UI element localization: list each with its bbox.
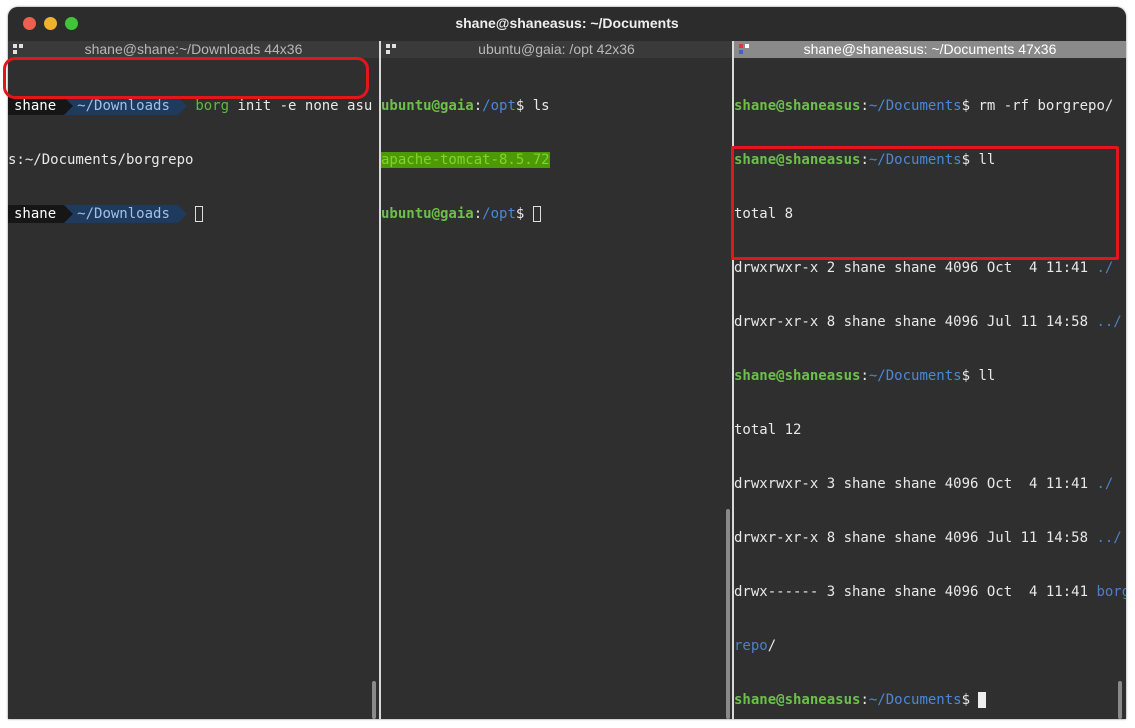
listing-row: drwxr-xr-x 8 shane shane 4096 Jul 11 14:…: [734, 314, 1097, 330]
prompt-separator: :: [860, 692, 869, 708]
command-name: borg: [195, 98, 230, 114]
terminal-line: drwx------ 3 shane shane 4096 Oct 4 11:4…: [734, 583, 1126, 601]
terminal-line: drwxrwxr-x 3 shane shane 4096 Oct 4 11:4…: [734, 475, 1126, 493]
scrollbar[interactable]: [372, 681, 376, 719]
prompt-path: ~/Documents: [868, 692, 962, 708]
listing-name: ./: [1096, 476, 1114, 492]
terminal-output[interactable]: ubuntu@gaia:/opt$ ls apache-tomcat-8.5.7…: [381, 61, 732, 259]
terminal-line: shane@shaneasus:~/Documents$ ll: [734, 367, 1126, 385]
prompt-user: shane@shaneasus: [734, 98, 861, 114]
terminal-cursor: [195, 206, 204, 222]
pane-title: shane@shaneasus: ~/Documents 47x36: [803, 41, 1057, 57]
powerline-arrow: [64, 205, 74, 223]
title-bar: shane@shaneasus: ~/Documents: [8, 7, 1126, 41]
listing-name: ../: [1096, 314, 1122, 330]
listing-row: drwxr-xr-x 8 shane shane 4096 Jul 11 14:…: [734, 530, 1097, 546]
output-total: total 12: [734, 422, 802, 438]
prompt-user: ubuntu@gaia: [381, 98, 474, 114]
terminal-pane-downloads[interactable]: shane@shane:~/Downloads 44x36 shane ~/Dow…: [8, 41, 379, 719]
scrollbar[interactable]: [1118, 681, 1122, 719]
annotation-highlight-borg-init: [3, 57, 369, 99]
terminal-line: ubuntu@gaia:/opt$ ls: [381, 97, 732, 115]
prompt-dir-segment: ~/Downloads: [73, 205, 178, 223]
terminal-pane-documents[interactable]: shane@shaneasus: ~/Documents 47x36 shane…: [734, 41, 1126, 719]
terminal-window: shane@shaneasus: ~/Documents shane@shane…: [8, 7, 1126, 719]
prompt-path: ~/Documents: [868, 368, 962, 384]
prompt-user: shane@shaneasus: [734, 692, 861, 708]
listing-name: borg: [1096, 584, 1126, 600]
terminal-line: shane ~/Downloads borg init -e none asu: [8, 97, 379, 115]
terminal-pane-gaia[interactable]: ubuntu@gaia: /opt 42x36 ubuntu@gaia:/opt…: [381, 41, 732, 719]
prompt-path: /opt: [482, 206, 516, 222]
prompt-user-segment: shane: [8, 97, 65, 115]
prompt-dollar: $: [515, 98, 533, 114]
terminal-line: drwxr-xr-x 8 shane shane 4096 Jul 11 14:…: [734, 529, 1126, 547]
terminal-cursor: [532, 206, 541, 222]
annotation-highlight-listing: [731, 146, 1119, 260]
listing-row: drwxrwxr-x 3 shane shane 4096 Oct 4 11:4…: [734, 476, 1097, 492]
prompt-dir-segment: ~/Downloads: [73, 97, 178, 115]
prompt-dollar: $: [961, 368, 979, 384]
terminal-line: ubuntu@gaia:/opt$: [381, 205, 732, 223]
pane-header: ubuntu@gaia: /opt 42x36: [381, 41, 732, 58]
command-text: ll: [978, 368, 996, 384]
powerline-arrow: [64, 97, 74, 115]
pane-title: shane@shane:~/Downloads 44x36: [84, 41, 303, 57]
terminal-line: s:~/Documents/borgrepo: [8, 151, 379, 169]
prompt-dollar: $: [961, 692, 979, 708]
listing-row: drwx------ 3 shane shane 4096 Oct 4 11:4…: [734, 584, 1097, 600]
prompt-path: ~/Documents: [868, 98, 962, 114]
prompt-separator: :: [473, 206, 483, 222]
listing-row: drwxrwxr-x 2 shane shane 4096 Oct 4 11:4…: [734, 260, 1097, 276]
prompt-user-segment: shane: [8, 205, 65, 223]
terminal-line: drwxr-xr-x 8 shane shane 4096 Jul 11 14:…: [734, 313, 1126, 331]
command-text: rm -rf borgrepo/: [978, 98, 1114, 114]
pane-header: shane@shane:~/Downloads 44x36: [8, 41, 379, 58]
command-args: init -e none asu: [229, 98, 373, 114]
terminal-line: repo/: [734, 637, 1126, 655]
command-text: ls: [532, 98, 550, 114]
pane-header: shane@shaneasus: ~/Documents 47x36: [734, 41, 1126, 58]
listing-name: ../: [1096, 530, 1122, 546]
powerline-arrow: [177, 205, 187, 223]
scrollbar[interactable]: [726, 509, 730, 719]
terminal-line: drwxrwxr-x 2 shane shane 4096 Oct 4 11:4…: [734, 259, 1126, 277]
powerline-arrow: [177, 97, 187, 115]
prompt-dollar: $: [515, 206, 533, 222]
prompt-user: shane@shaneasus: [734, 368, 861, 384]
prompt-path: /opt: [482, 98, 516, 114]
terminal-line: total 12: [734, 421, 1126, 439]
terminal-line: shane ~/Downloads: [8, 205, 379, 223]
terminal-cursor: [978, 692, 987, 708]
prompt-separator: :: [473, 98, 483, 114]
directory-entry: apache-tomcat-8.5.72: [381, 152, 550, 168]
pane-title: ubuntu@gaia: /opt 42x36: [478, 41, 635, 57]
prompt-dollar: $: [961, 98, 979, 114]
command-args-wrapped: s:~/Documents/borgrepo: [8, 152, 194, 168]
terminal-line: shane@shaneasus:~/Documents$ rm -rf borg…: [734, 97, 1126, 115]
prompt-user: ubuntu@gaia: [381, 206, 474, 222]
terminal-line: apache-tomcat-8.5.72: [381, 151, 732, 169]
terminal-line: shane@shaneasus:~/Documents$: [734, 691, 1126, 709]
window-title: shane@shaneasus: ~/Documents: [455, 15, 679, 31]
prompt-separator: :: [860, 368, 869, 384]
listing-slash: /: [767, 638, 777, 654]
listing-name: ./: [1096, 260, 1114, 276]
listing-name-wrapped: repo: [734, 638, 768, 654]
prompt-separator: :: [860, 98, 869, 114]
